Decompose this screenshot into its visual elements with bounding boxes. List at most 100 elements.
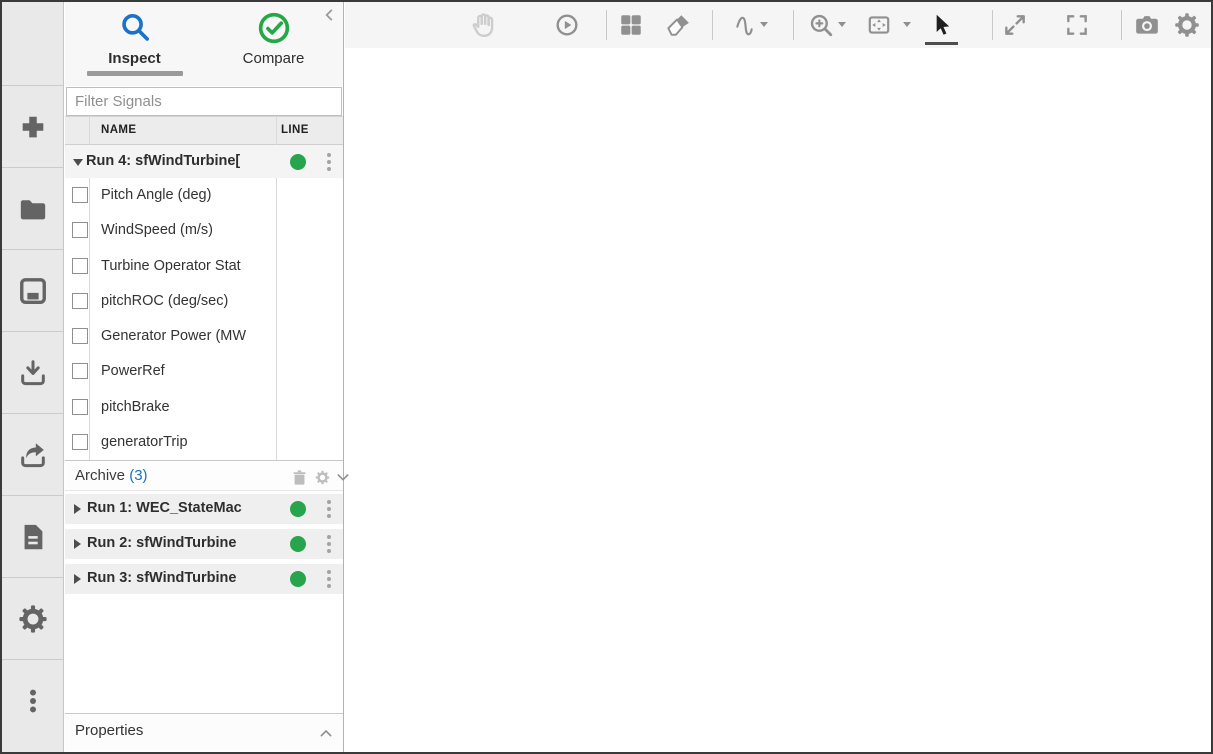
fit-to-view-button[interactable] (865, 11, 893, 39)
column-header-name: NAME (101, 124, 136, 136)
signal-line-swatch[interactable] (290, 193, 338, 198)
open-button[interactable] (2, 167, 63, 249)
toolbar-separator (992, 10, 993, 40)
signal-line-swatch[interactable] (290, 299, 338, 304)
column-divider (276, 116, 277, 145)
signal-name: Turbine Operator Stat (101, 258, 273, 274)
save-button[interactable] (2, 249, 63, 331)
pan-tool-button[interactable] (468, 11, 496, 39)
search-icon (118, 11, 152, 45)
toolbar-separator (1121, 10, 1122, 40)
signal-name: WindSpeed (m/s) (101, 222, 273, 238)
signal-checkbox[interactable] (72, 399, 88, 415)
snapshot-button[interactable] (1133, 11, 1161, 39)
signal-name: Generator Power (MW (101, 328, 273, 344)
layout-grid-icon (618, 12, 644, 38)
signal-row[interactable]: Pitch Angle (deg) (65, 178, 343, 213)
signal-row[interactable]: Turbine Operator Stat (65, 249, 343, 284)
chevron-up-icon (318, 725, 334, 741)
signal-name: pitchROC (deg/sec) (101, 293, 273, 309)
zoom-dropdown[interactable] (838, 22, 846, 27)
archive-count: (3) (129, 467, 147, 484)
fit-to-view-dropdown[interactable] (903, 22, 911, 27)
run-menu-button[interactable] (321, 498, 337, 520)
signal-checkbox[interactable] (72, 293, 88, 309)
archive-header: Archive (3) (65, 460, 343, 491)
signal-line-swatch[interactable] (290, 369, 338, 374)
signal-line-swatch[interactable] (290, 440, 338, 445)
signal-checkbox[interactable] (72, 328, 88, 344)
archive-title: Archive (3) (75, 467, 148, 484)
import-button[interactable] (2, 331, 63, 413)
run-row-current[interactable]: Run 4: sfWindTurbine[ (65, 145, 343, 180)
zoom-in-button[interactable] (807, 11, 835, 39)
gear-icon (18, 604, 48, 634)
expander-caret-down-icon[interactable] (73, 159, 83, 166)
expander-caret-right-icon[interactable] (74, 504, 81, 514)
signal-row[interactable]: WindSpeed (m/s) (65, 213, 343, 248)
signal-line-swatch[interactable] (290, 264, 338, 269)
signal-checkbox[interactable] (72, 434, 88, 450)
expand-plot-button[interactable] (1001, 11, 1029, 39)
signal-options-button[interactable] (732, 11, 760, 39)
clear-subplots-button[interactable] (663, 11, 691, 39)
add-button[interactable] (2, 85, 63, 167)
archive-delete-button[interactable] (288, 466, 310, 488)
compare-check-icon (257, 11, 291, 45)
signal-checkbox[interactable] (72, 222, 88, 238)
tab-inspect[interactable]: Inspect (65, 2, 204, 86)
more-options-button[interactable] (2, 659, 63, 741)
signal-row[interactable]: Generator Power (MW (65, 319, 343, 354)
properties-expand-button[interactable] (315, 722, 337, 744)
expand-arrows-icon (1002, 12, 1028, 38)
toolbar-separator (793, 10, 794, 40)
gear-icon (1174, 12, 1200, 38)
signal-name: PowerRef (101, 363, 273, 379)
archive-collapse-button[interactable] (332, 466, 354, 488)
replay-button[interactable] (553, 11, 581, 39)
signal-row[interactable]: pitchBrake (65, 390, 343, 425)
filter-signals-input[interactable] (66, 87, 342, 116)
collapse-panel-button[interactable] (322, 7, 338, 28)
signal-row[interactable]: pitchROC (deg/sec) (65, 284, 343, 319)
app-rail (2, 2, 64, 752)
hand-pan-icon (469, 12, 495, 38)
archive-settings-button[interactable] (311, 466, 333, 488)
plot-settings-button[interactable] (1173, 11, 1201, 39)
run-menu-button[interactable] (321, 533, 337, 555)
run-menu-button[interactable] (321, 151, 337, 173)
preferences-button[interactable] (2, 577, 63, 659)
signal-row[interactable]: generatorTrip (65, 425, 343, 460)
archive-run-row[interactable]: Run 3: sfWindTurbine (65, 564, 343, 594)
signal-checkbox[interactable] (72, 258, 88, 274)
plot-toolbar (345, 2, 1211, 48)
run-label: Run 4: sfWindTurbine[ (86, 153, 281, 169)
column-header-line: LINE (281, 124, 309, 136)
signal-line-swatch[interactable] (290, 334, 338, 339)
signal-row[interactable]: PowerRef (65, 354, 343, 389)
floppy-save-icon (18, 276, 48, 306)
signal-checkbox[interactable] (72, 187, 88, 203)
fullscreen-button[interactable] (1063, 11, 1091, 39)
signal-checkbox[interactable] (72, 363, 88, 379)
export-button[interactable] (2, 413, 63, 495)
report-button[interactable] (2, 495, 63, 577)
run-menu-button[interactable] (321, 568, 337, 590)
import-icon (18, 358, 48, 388)
expander-caret-right-icon[interactable] (74, 574, 81, 584)
active-tab-underline (87, 71, 183, 76)
properties-bar[interactable]: Properties (65, 713, 343, 750)
signal-line-swatch[interactable] (290, 228, 338, 233)
zoom-in-icon (808, 12, 834, 38)
signal-options-dropdown[interactable] (760, 22, 768, 27)
subplot-layout-button[interactable] (617, 11, 645, 39)
simulation-data-inspector-window: Inspect Compare NAME LINE Run 4: sfWindT… (0, 0, 1213, 754)
pointer-tool-button[interactable] (927, 11, 955, 39)
expander-caret-right-icon[interactable] (74, 539, 81, 549)
column-divider (89, 178, 90, 461)
archive-run-row[interactable]: Run 2: sfWindTurbine (65, 529, 343, 559)
signal-name: Pitch Angle (deg) (101, 187, 273, 203)
export-share-icon (18, 440, 48, 470)
archive-run-row[interactable]: Run 1: WEC_StateMac (65, 494, 343, 524)
signal-line-swatch[interactable] (290, 405, 338, 410)
